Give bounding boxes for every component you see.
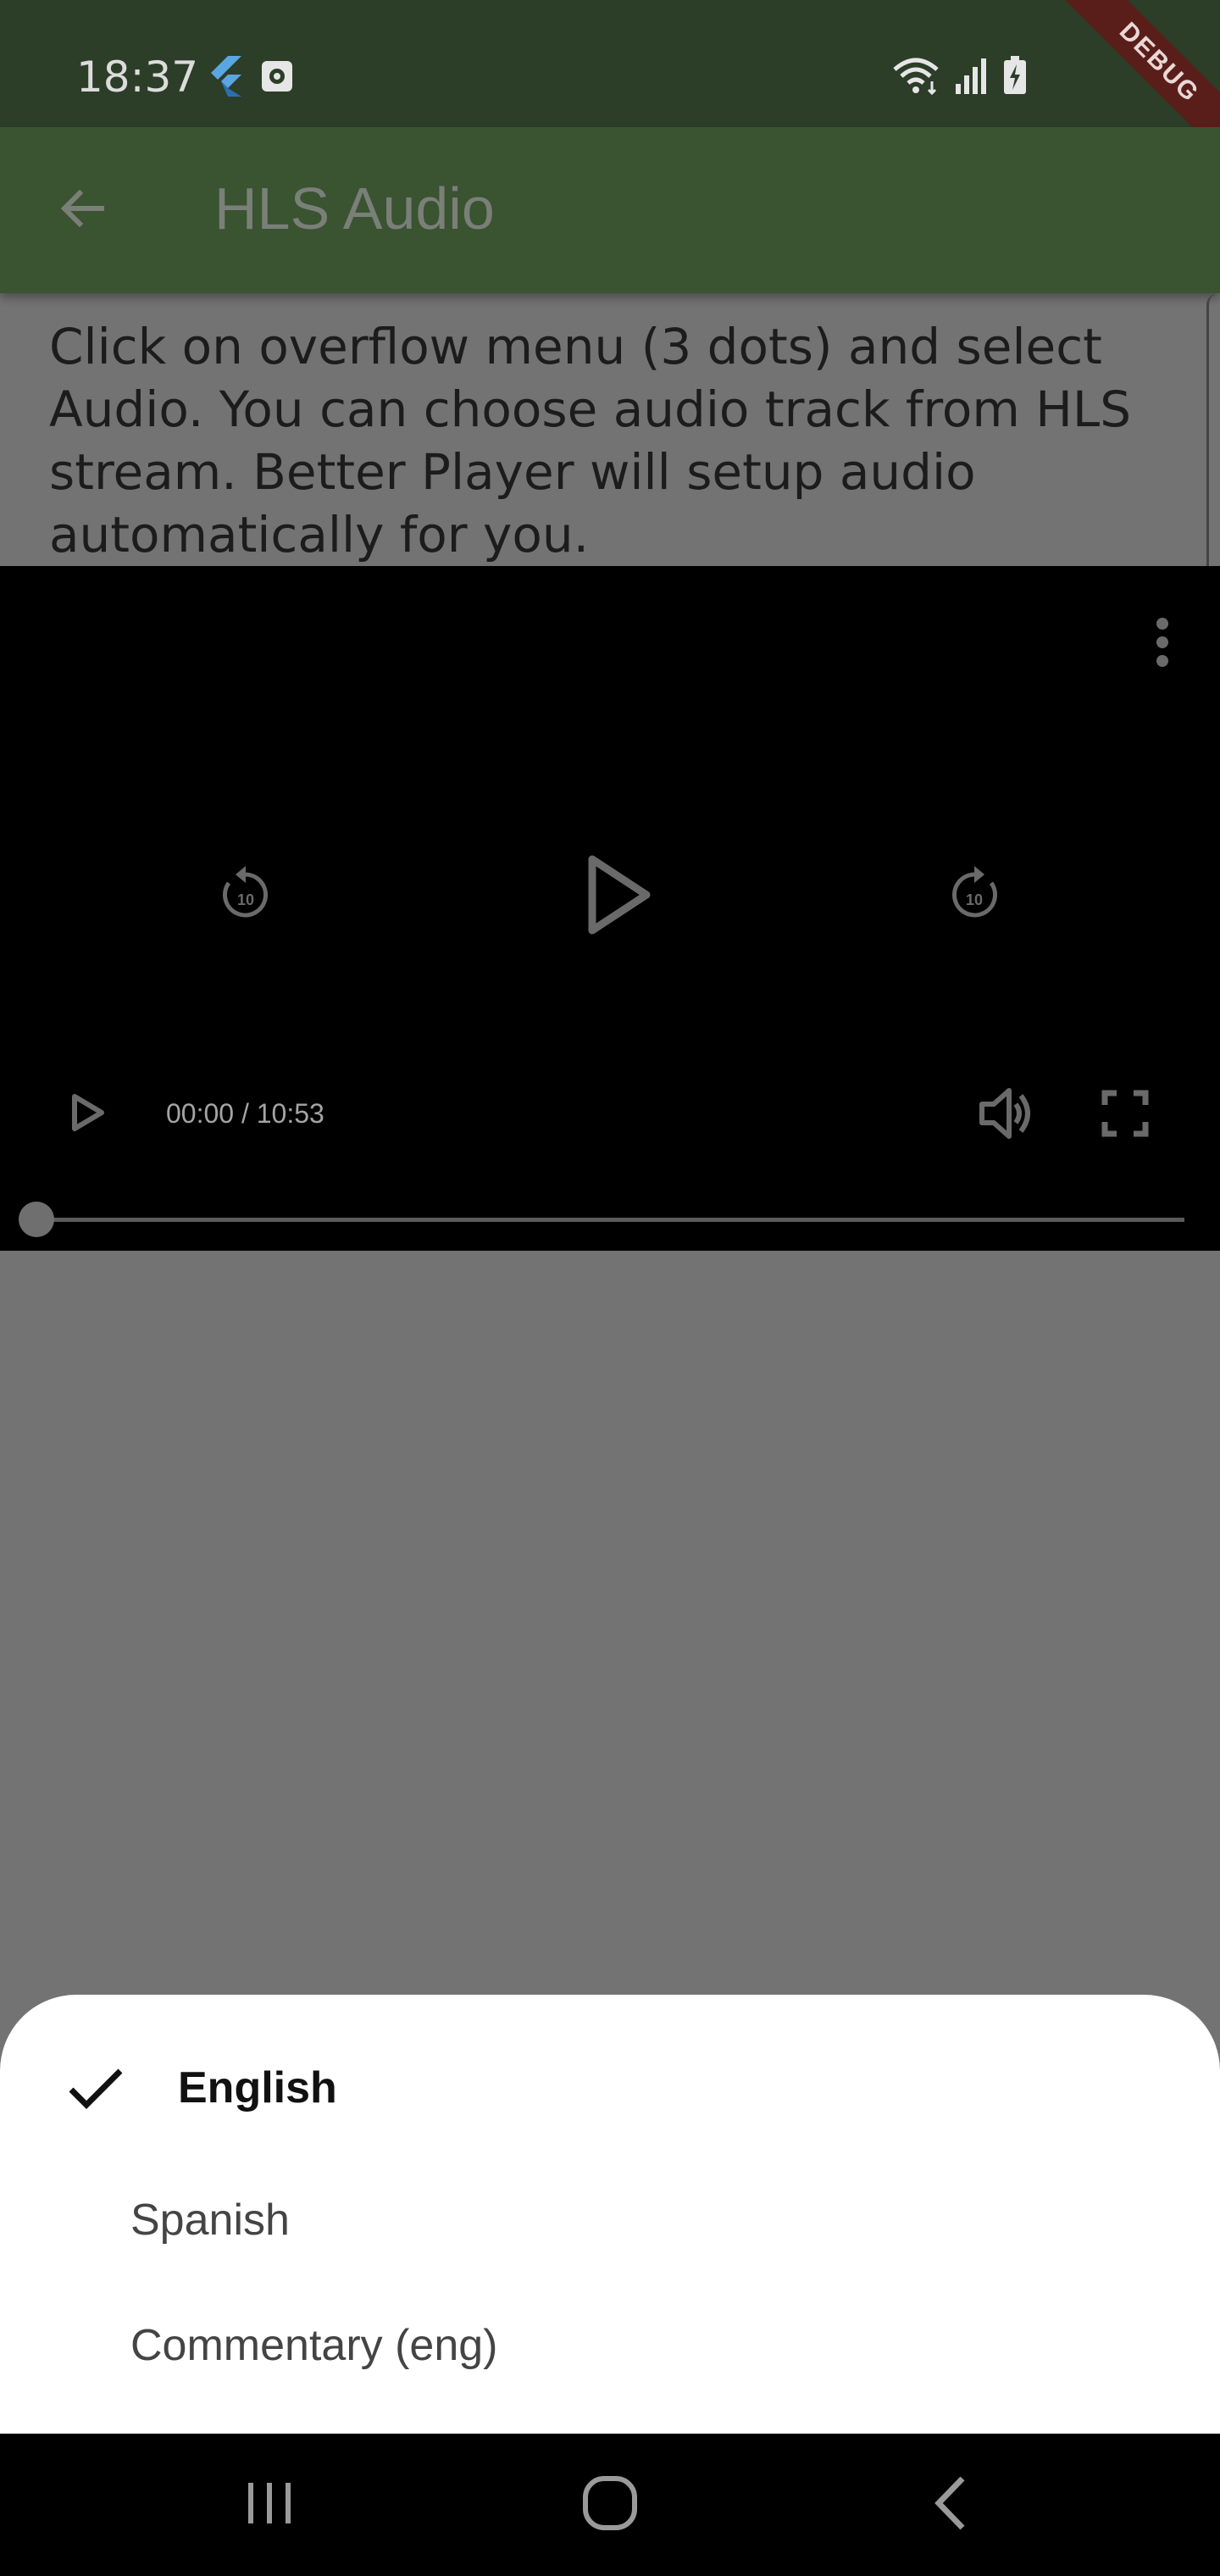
bottom-play-button[interactable] xyxy=(58,1085,117,1144)
status-icons-right xyxy=(891,56,1027,99)
recents-icon xyxy=(240,2478,299,2533)
video-player[interactable]: 10 10 00:00 / 10:53 xyxy=(0,566,1220,1251)
fullscreen-icon xyxy=(1100,1088,1151,1143)
time-display: 00:00 / 10:53 xyxy=(166,1098,324,1129)
recents-button[interactable] xyxy=(227,2462,312,2547)
fullscreen-button[interactable] xyxy=(1091,1081,1159,1149)
home-button[interactable] xyxy=(568,2462,652,2547)
flutter-icon xyxy=(208,56,241,101)
audio-track-sheet: English Spanish Commentary (eng) xyxy=(0,1995,1220,2434)
battery-charging-icon xyxy=(1003,56,1027,99)
status-time: 18:37 xyxy=(76,53,199,102)
screen-recorder-icon xyxy=(260,59,294,97)
audio-track-label: Commentary (eng) xyxy=(130,2321,498,2370)
more-vert-icon xyxy=(1154,615,1171,674)
audio-track-commentary[interactable]: Commentary (eng) xyxy=(0,2286,1220,2405)
progress-bar[interactable] xyxy=(36,1218,1184,1222)
description-text: Click on overflow menu (3 dots) and sele… xyxy=(49,318,1132,564)
status-icons-left xyxy=(208,56,294,101)
back-icon xyxy=(925,2473,976,2537)
status-bar: 18:37 xyxy=(0,0,1220,127)
audio-track-english[interactable]: English xyxy=(0,2029,1220,2147)
page-title: HLS Audio xyxy=(214,175,495,242)
audio-track-spanish[interactable]: Spanish xyxy=(0,2161,1220,2279)
play-icon xyxy=(580,852,657,941)
check-icon xyxy=(66,2064,125,2115)
play-button[interactable] xyxy=(568,846,669,947)
audio-track-label: Spanish xyxy=(130,2196,290,2245)
volume-icon xyxy=(977,1084,1036,1147)
app-bar: HLS Audio xyxy=(0,127,1220,293)
rewind-button[interactable]: 10 xyxy=(203,854,288,939)
progress-thumb[interactable] xyxy=(19,1202,54,1237)
forward-button[interactable]: 10 xyxy=(932,854,1017,939)
forward-seconds-label: 10 xyxy=(966,891,983,908)
system-navigation-bar xyxy=(0,2434,1220,2576)
replay-10-icon: 10 xyxy=(212,861,280,933)
system-back-button[interactable] xyxy=(908,2462,993,2547)
back-button[interactable] xyxy=(49,176,117,244)
audio-track-label: English xyxy=(178,2063,337,2112)
forward-10-icon: 10 xyxy=(940,861,1008,933)
play-icon xyxy=(66,1091,108,1138)
wifi-icon xyxy=(891,56,940,99)
home-icon xyxy=(580,2473,640,2537)
mute-button[interactable] xyxy=(973,1081,1040,1149)
signal-icon xyxy=(954,57,990,98)
overflow-menu-button[interactable] xyxy=(1145,610,1179,678)
rewind-seconds-label: 10 xyxy=(237,891,254,908)
arrow-left-icon xyxy=(56,181,110,240)
